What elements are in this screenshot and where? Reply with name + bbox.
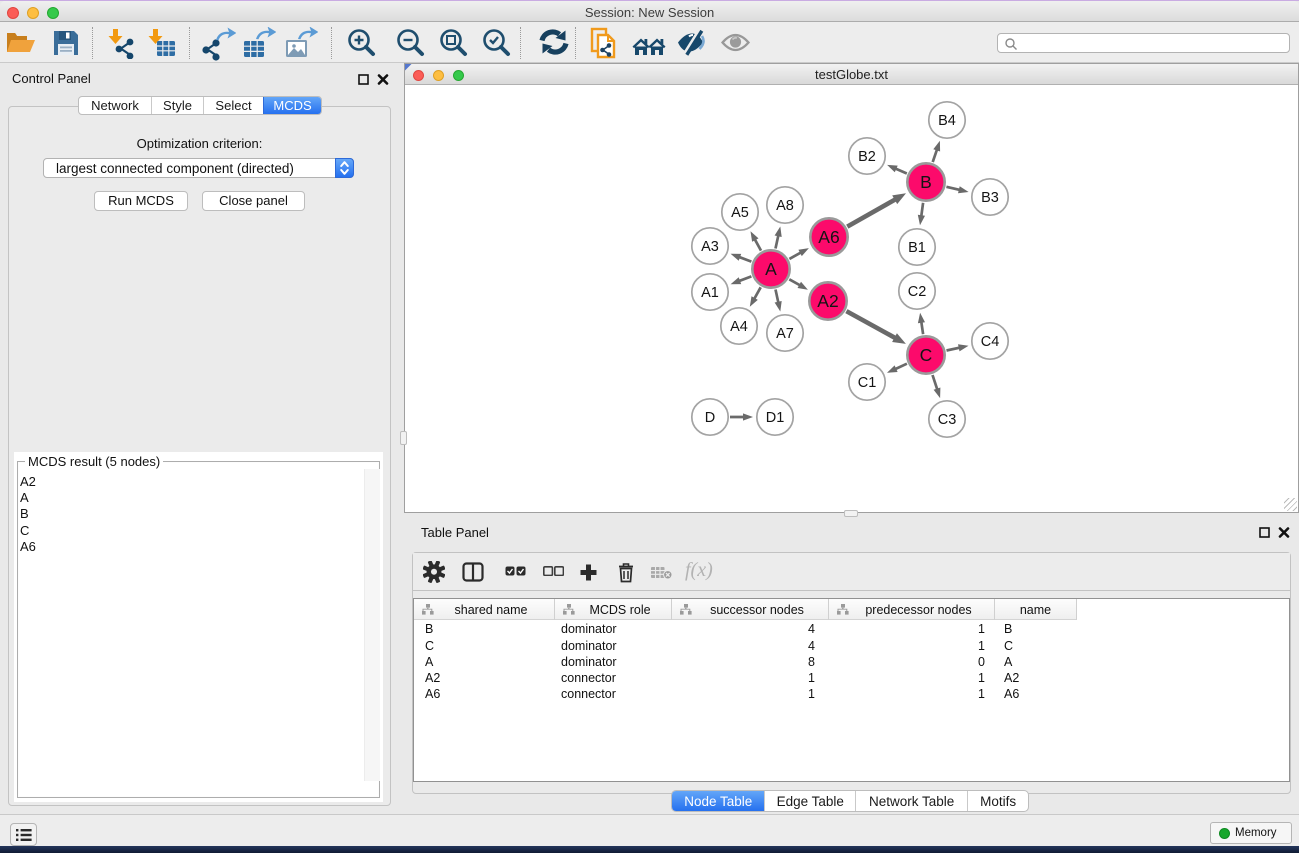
svg-text:A1: A1 <box>701 285 719 301</box>
svg-text:A6: A6 <box>818 227 839 247</box>
svg-text:A3: A3 <box>701 239 719 255</box>
svg-text:C: C <box>920 345 933 365</box>
svg-text:B2: B2 <box>858 149 876 165</box>
svg-text:A2: A2 <box>817 291 838 311</box>
svg-text:A5: A5 <box>731 205 749 221</box>
svg-text:A: A <box>765 259 777 279</box>
svg-text:C2: C2 <box>908 284 927 300</box>
svg-text:A7: A7 <box>776 326 794 342</box>
svg-text:C3: C3 <box>938 412 957 428</box>
svg-text:B1: B1 <box>908 240 926 256</box>
svg-text:D: D <box>705 410 715 426</box>
svg-text:B4: B4 <box>938 113 956 129</box>
svg-text:A4: A4 <box>730 319 748 335</box>
svg-text:C4: C4 <box>981 334 1000 350</box>
svg-text:B3: B3 <box>981 190 999 206</box>
svg-text:A8: A8 <box>776 198 794 214</box>
svg-text:C1: C1 <box>858 375 877 391</box>
svg-text:D1: D1 <box>766 410 785 426</box>
svg-text:B: B <box>920 172 932 192</box>
